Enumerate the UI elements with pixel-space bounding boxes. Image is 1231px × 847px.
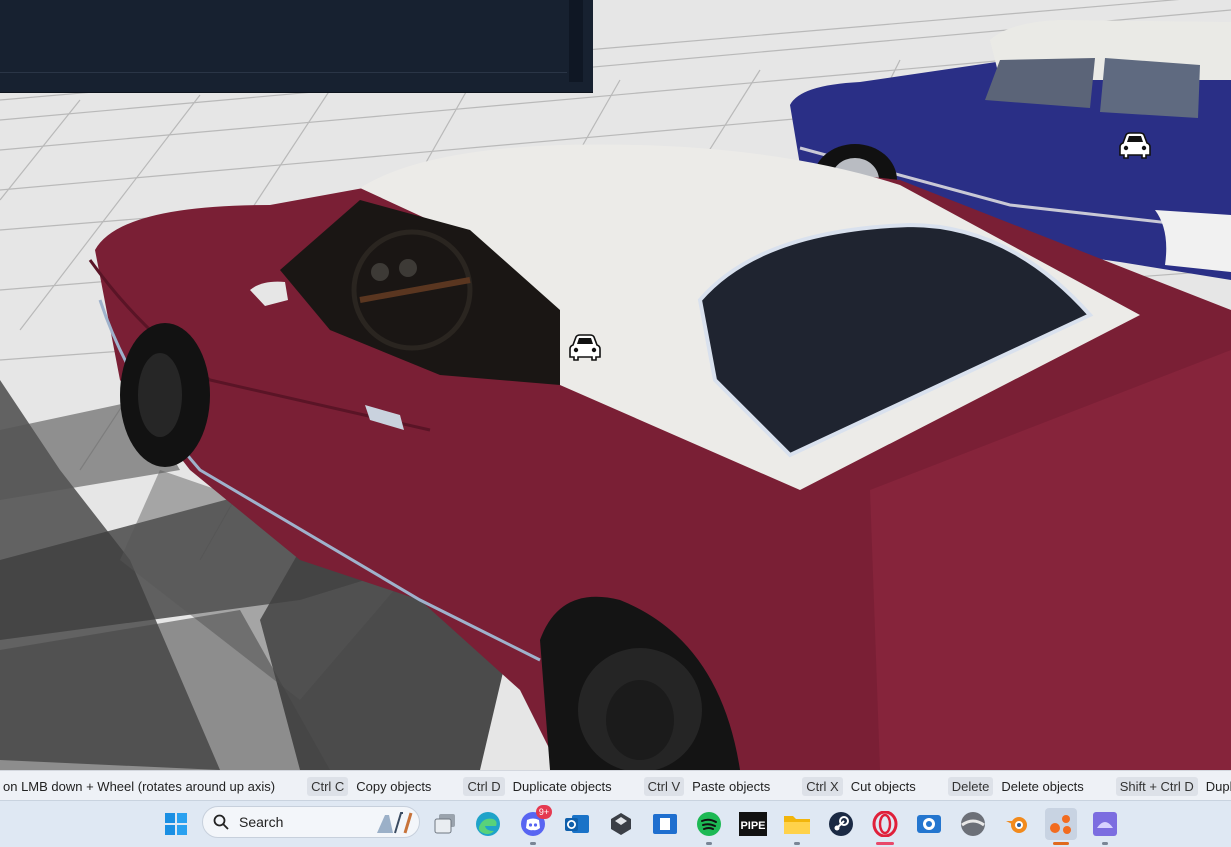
hint-key: Ctrl D (463, 776, 505, 796)
hint-key: Delete (947, 776, 994, 796)
hint-copy: Ctrl C Copy objects (307, 776, 432, 796)
running-indicator (794, 842, 800, 845)
steam-icon[interactable] (825, 808, 857, 840)
hint-duplicate: Ctrl D Duplicate objects (463, 776, 612, 796)
start-icon[interactable] (160, 808, 192, 840)
hint-key: Ctrl X (802, 776, 843, 796)
hint-action: Paste objects (692, 778, 771, 794)
hint-action: Delete objects (1001, 778, 1084, 794)
hint-duplicate-at-cursor: Shift + Ctrl D Duplicate at cursor (1115, 776, 1231, 796)
hint-action: Copy objects (356, 778, 432, 794)
editor-panel[interactable] (0, 0, 593, 93)
blender-icon[interactable] (1001, 808, 1033, 840)
task-view-icon[interactable] (429, 808, 461, 840)
launcher-icon[interactable] (1089, 808, 1121, 845)
running-indicator (876, 842, 894, 845)
running-indicator (706, 842, 712, 845)
search-icon (213, 814, 229, 835)
hint-action: Duplicate at cursor (1205, 778, 1231, 794)
edge-icon[interactable] (472, 808, 504, 840)
camera-app-icon[interactable] (913, 808, 945, 840)
hint-key: Shift + Ctrl D (1115, 776, 1198, 796)
taskbar-search-box[interactable]: Search (202, 806, 420, 838)
opera-icon[interactable] (869, 808, 901, 845)
panel-content (0, 0, 567, 73)
3d-viewport[interactable] (0, 0, 1231, 770)
taskbar: 9+ PIPE (0, 800, 1231, 847)
outlook-icon[interactable] (561, 808, 593, 840)
svg-text:PIPE: PIPE (740, 820, 765, 832)
hint-lead-text: on LMB down + Wheel (rotates around up a… (3, 778, 276, 794)
search-label: Search (239, 814, 284, 830)
panel-scrollbar[interactable] (569, 0, 583, 82)
pipe-icon[interactable]: PIPE (737, 808, 769, 840)
shortcut-hint-bar: on LMB down + Wheel (rotates around up a… (0, 770, 1231, 801)
running-indicator (1102, 842, 1108, 845)
notification-badge: 9+ (536, 805, 552, 819)
hint-key: Ctrl V (643, 776, 685, 796)
hint-key: Ctrl C (307, 776, 349, 796)
file-explorer-icon[interactable] (781, 808, 813, 845)
hint-delete: Delete Delete objects (947, 776, 1084, 796)
active-indicator (1053, 842, 1069, 845)
search-highlight-icon (373, 811, 417, 840)
vehicle-marker-icon[interactable] (1116, 128, 1154, 162)
game-icon[interactable] (957, 808, 989, 840)
running-indicator (530, 842, 536, 845)
store-icon[interactable] (649, 808, 681, 840)
hint-action: Duplicate objects (512, 778, 612, 794)
hint-action: Cut objects (850, 778, 916, 794)
spotify-icon[interactable] (693, 808, 725, 845)
unity-hub-icon[interactable] (605, 808, 637, 840)
hint-paste: Ctrl V Paste objects (643, 776, 771, 796)
discord-icon[interactable]: 9+ (517, 805, 552, 845)
vehicle-marker-icon[interactable] (566, 330, 604, 364)
beamng-editor-icon[interactable] (1045, 808, 1077, 845)
hint-cut: Ctrl X Cut objects (802, 776, 916, 796)
